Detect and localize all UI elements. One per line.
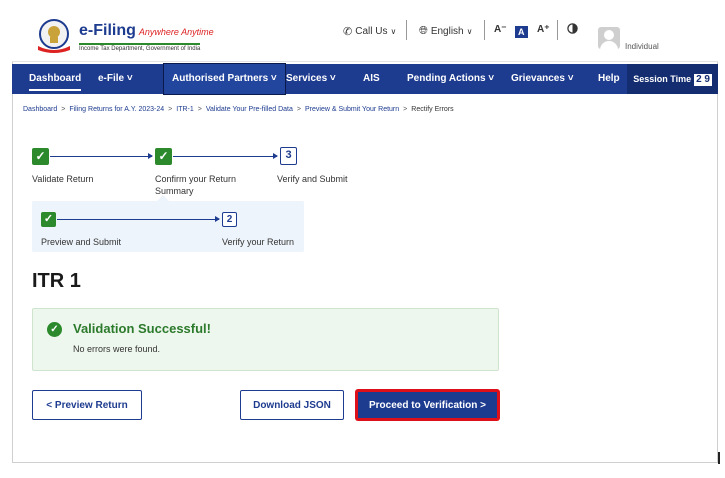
call-us-label: Call Us (355, 26, 388, 37)
validation-status-panel: ✓ Validation Successful! No errors were … (32, 308, 499, 371)
session-value: 2 9 (694, 74, 712, 86)
breadcrumb-separator: > (403, 106, 408, 113)
language-dropdown[interactable]: 🌐︎ English ∨ (419, 25, 472, 38)
step-3-label: Verify and Submit (277, 174, 348, 184)
page-title: ITR 1 (32, 270, 81, 292)
nav-item-dashboard[interactable]: Dashboard (29, 64, 82, 94)
step-2-label: Confirm your Return Summary (155, 174, 237, 196)
sub-step-1-label: Preview and Submit (41, 237, 122, 247)
avatar-head (604, 30, 614, 40)
status-message: No errors were found. (73, 344, 161, 354)
user-role: Individual (625, 42, 659, 51)
preview-return-button[interactable]: < Preview Return (32, 390, 142, 420)
nav-item-grievances[interactable]: Grievances ˅ (511, 64, 574, 94)
nav-item-help[interactable]: Help (598, 64, 620, 94)
globe-icon: 🌐︎ (419, 25, 428, 37)
breadcrumb-separator: > (61, 106, 66, 113)
nav-item-efile[interactable]: e-File ˅ (98, 64, 133, 94)
font-normal-button[interactable]: A (515, 26, 528, 38)
breadcrumb-item-dashboard[interactable]: Dashboard (23, 106, 57, 113)
step-connector (173, 153, 278, 159)
breadcrumb-separator: > (197, 106, 202, 113)
header-divider (484, 20, 485, 40)
nav-item-ais[interactable]: AIS (363, 64, 380, 94)
session-label: Session Time (633, 74, 692, 84)
step-2-check-icon: ✓ (155, 148, 172, 165)
avatar[interactable] (598, 27, 620, 49)
check-circle-icon: ✓ (47, 322, 62, 337)
header-divider (406, 20, 407, 40)
breadcrumb-item-validate-data[interactable]: Validate Your Pre-filled Data (206, 106, 293, 113)
breadcrumb-item-itr1[interactable]: ITR-1 (176, 106, 194, 113)
main-nav: Dashboard e-File ˅ Authorised Partners ˅… (12, 63, 718, 95)
step-connector (50, 153, 153, 159)
nav-item-services[interactable]: Services ˅ (286, 64, 336, 94)
nav-item-pending-actions[interactable]: Pending Actions ˅ (407, 64, 494, 94)
chevron-down-icon: ∨ (390, 27, 397, 36)
breadcrumb-separator: > (168, 106, 173, 113)
contrast-toggle[interactable] (567, 23, 578, 37)
step-3-number: 3 (280, 147, 297, 165)
step-1-check-icon: ✓ (32, 148, 49, 165)
logo-title-text: e-Filing (79, 22, 136, 39)
breadcrumb-current: Rectify Errors (411, 106, 454, 113)
status-title: Validation Successful! (73, 321, 211, 336)
sub-step-1-check-icon: ✓ (41, 212, 56, 227)
breadcrumb-item-filing-returns[interactable]: Filing Returns for A.Y. 2023-24 (69, 106, 164, 113)
sub-step-2-number: 2 (222, 212, 237, 227)
emblem-logo-icon[interactable] (35, 18, 73, 54)
logo-title[interactable]: e-Filing Anywhere Anytime (79, 22, 214, 40)
sub-step-2-label: Verify your Return (222, 237, 295, 247)
nav-item-authorised-partners[interactable]: Authorised Partners ˅ (163, 63, 286, 95)
logo-subtitle: Income Tax Department, Government of Ind… (79, 43, 201, 52)
call-us-dropdown[interactable]: ✆ Call Us ∨ (343, 25, 396, 38)
sub-step-connector (57, 216, 220, 222)
header-divider (557, 20, 558, 40)
step-1-label: Validate Return (32, 174, 94, 184)
logo-tagline: Anywhere Anytime (138, 27, 214, 37)
phone-icon: ✆ (343, 26, 353, 38)
font-decrease-button[interactable]: A⁻ (494, 24, 507, 35)
font-increase-button[interactable]: A⁺ (537, 24, 550, 35)
frame-corner (718, 452, 720, 464)
breadcrumb-separator: > (296, 106, 301, 113)
download-json-button[interactable]: Download JSON (240, 390, 344, 420)
contrast-icon (567, 23, 578, 34)
breadcrumb-item-preview-submit[interactable]: Preview & Submit Your Return (305, 106, 399, 113)
avatar-body (600, 41, 618, 49)
language-label: English (430, 26, 464, 37)
chevron-down-icon: ∨ (466, 27, 473, 36)
breadcrumb: Dashboard > Filing Returns for A.Y. 2023… (23, 106, 454, 113)
session-timer: Session Time 2 9 (627, 64, 718, 94)
proceed-to-verification-button[interactable]: Proceed to Verification > (356, 390, 499, 420)
